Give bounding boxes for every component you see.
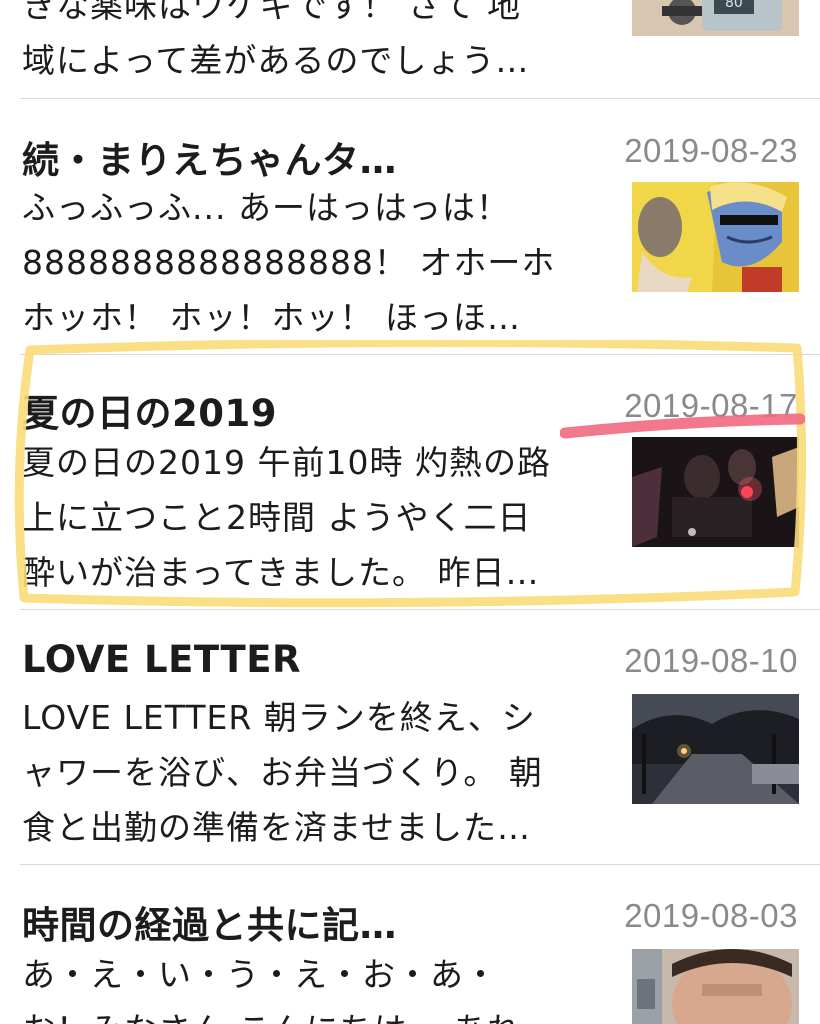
svg-text:80: 80: [725, 0, 743, 11]
highlight-marker: [14, 340, 807, 608]
article-excerpt: あ・え・い・う・え・お・あ・ お！みなさん こんにちは。 あれ: [22, 947, 612, 1024]
excerpt-line: あ・え・い・う・え・お・あ・: [22, 955, 498, 994]
excerpt-line: 域によって差があるのでしょう…: [22, 41, 530, 80]
article-excerpt: きな薬味はワケギです！ さて 地 域によって差があるのでしょう…: [22, 0, 612, 88]
excerpt-line: お！みなさん こんにちは。 あれ: [22, 1002, 612, 1024]
article-entry[interactable]: 時間の経過と共に記… 2019-08-03 あ・え・い・う・え・お・あ・ お！み…: [0, 865, 820, 1024]
underline-marker: [560, 413, 805, 439]
excerpt-line: ャワーを浴び、お弁当づくり。 朝: [22, 753, 543, 792]
article-excerpt: ふっふっふ... あーはっはっは！ 8888888888888888！ オホーホ…: [22, 180, 612, 345]
article-entry[interactable]: 続・まりえちゃんタ… 2019-08-23 ふっふっふ... あーはっはっは！ …: [0, 100, 820, 355]
excerpt-line: 食と出勤の準備を済ませました…: [22, 808, 532, 847]
article-entry[interactable]: LOVE LETTER 2019-08-10 LOVE LETTER 朝ランを終…: [0, 610, 820, 865]
article-thumbnail[interactable]: [632, 949, 799, 1024]
article-thumbnail[interactable]: [632, 182, 799, 292]
article-thumbnail[interactable]: [632, 694, 799, 804]
article-title: 続・まりえちゃんタ…: [22, 139, 397, 182]
excerpt-line: ふっふっふ... あーはっはっは！: [22, 188, 510, 227]
excerpt-line: ホッホ！ ホッ！ホッ！ ほっほ…: [22, 298, 521, 337]
row-divider: [20, 98, 820, 99]
article-date: 2019-08-03: [624, 897, 798, 934]
article-excerpt: LOVE LETTER 朝ランを終え、シ ャワーを浴び、お弁当づくり。 朝 食と…: [22, 690, 612, 855]
article-date: 2019-08-10: [624, 642, 798, 679]
article-list: きな薬味はワケギです！ さて 地 域によって差があるのでしょう… 80 続・まり…: [0, 0, 820, 1024]
excerpt-line: 8888888888888888！ オホーホ: [22, 243, 556, 282]
excerpt-line: LOVE LETTER 朝ランを終え、シ: [22, 698, 536, 737]
excerpt-line: きな薬味はワケギです！ さて 地: [22, 0, 521, 25]
article-title: 時間の経過と共に記…: [22, 904, 397, 947]
article-entry[interactable]: きな薬味はワケギです！ さて 地 域によって差があるのでしょう… 80: [0, 0, 820, 100]
article-thumbnail[interactable]: 80: [632, 0, 799, 36]
article-title: LOVE LETTER: [22, 638, 301, 681]
article-date: 2019-08-23: [624, 132, 798, 169]
